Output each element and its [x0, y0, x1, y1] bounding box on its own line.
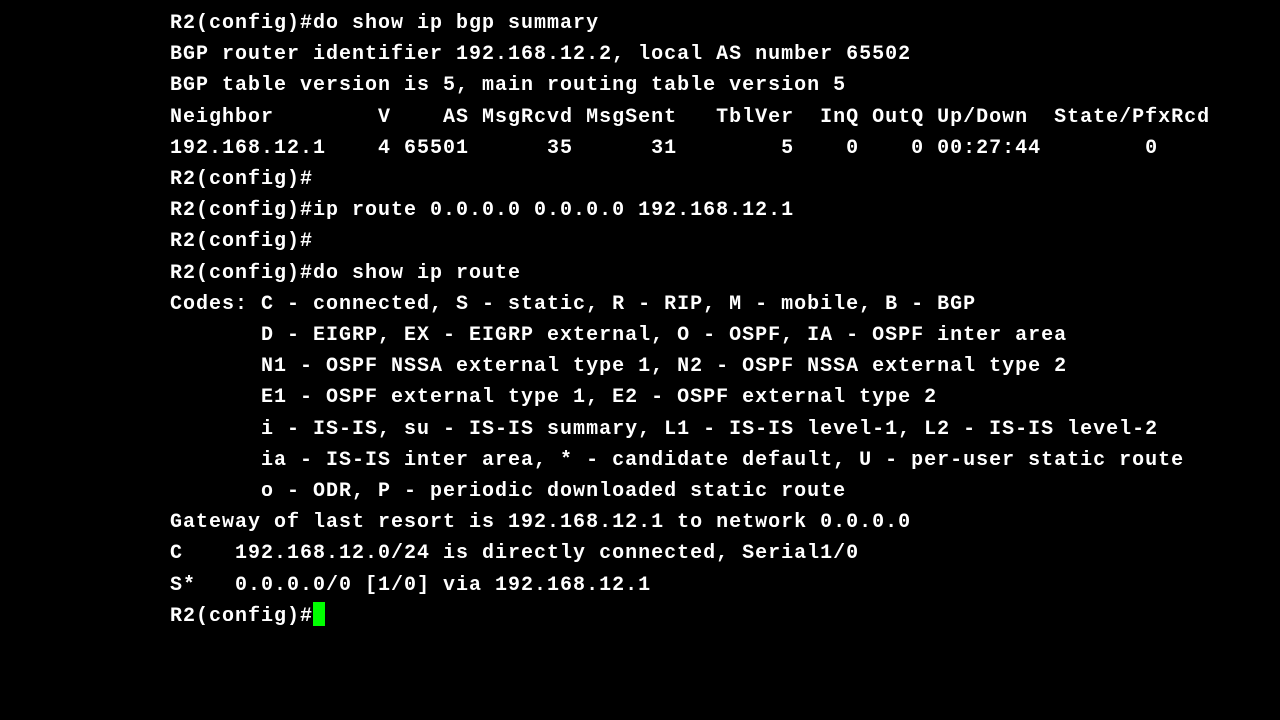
- terminal-line: C 192.168.12.0/24 is directly connected,…: [170, 538, 1280, 569]
- terminal-line: D - EIGRP, EX - EIGRP external, O - OSPF…: [170, 320, 1280, 351]
- terminal-line: i - IS-IS, su - IS-IS summary, L1 - IS-I…: [170, 414, 1280, 445]
- terminal-prompt-line[interactable]: R2(config)#: [170, 601, 1280, 632]
- terminal-line: R2(config)#: [170, 226, 1280, 257]
- cursor-icon: [313, 602, 325, 626]
- terminal-output[interactable]: R2(config)#do show ip bgp summary BGP ro…: [170, 8, 1280, 632]
- terminal-line: S* 0.0.0.0/0 [1/0] via 192.168.12.1: [170, 570, 1280, 601]
- terminal-line: R2(config)#do show ip route: [170, 258, 1280, 289]
- terminal-line: BGP table version is 5, main routing tab…: [170, 70, 1280, 101]
- terminal-line: R2(config)#: [170, 164, 1280, 195]
- terminal-line: N1 - OSPF NSSA external type 1, N2 - OSP…: [170, 351, 1280, 382]
- terminal-line: Neighbor V AS MsgRcvd MsgSent TblVer InQ…: [170, 102, 1280, 133]
- terminal-line: R2(config)#do show ip bgp summary: [170, 8, 1280, 39]
- terminal-line: Codes: C - connected, S - static, R - RI…: [170, 289, 1280, 320]
- terminal-prompt: R2(config)#: [170, 605, 313, 628]
- terminal-line: ia - IS-IS inter area, * - candidate def…: [170, 445, 1280, 476]
- terminal-line: E1 - OSPF external type 1, E2 - OSPF ext…: [170, 382, 1280, 413]
- terminal-line: Gateway of last resort is 192.168.12.1 t…: [170, 507, 1280, 538]
- terminal-line: 192.168.12.1 4 65501 35 31 5 0 0 00:27:4…: [170, 133, 1280, 164]
- terminal-line: BGP router identifier 192.168.12.2, loca…: [170, 39, 1280, 70]
- terminal-line: o - ODR, P - periodic downloaded static …: [170, 476, 1280, 507]
- terminal-line: R2(config)#ip route 0.0.0.0 0.0.0.0 192.…: [170, 195, 1280, 226]
